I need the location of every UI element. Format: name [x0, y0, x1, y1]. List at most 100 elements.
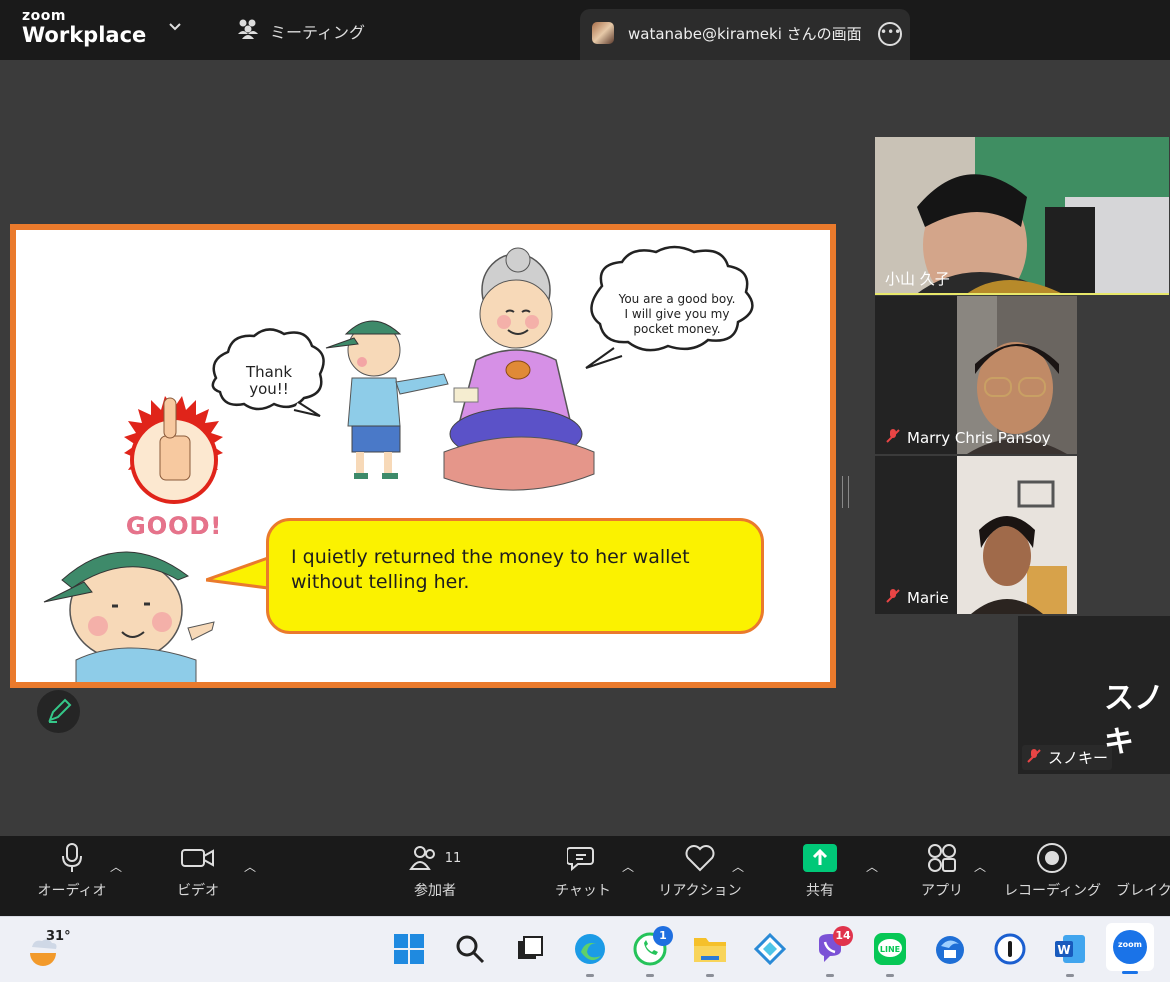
video-tile[interactable]: 小山 久子	[875, 137, 1169, 295]
file-explorer-app[interactable]	[691, 930, 729, 977]
participants-icon: 11	[400, 836, 470, 880]
shared-slide: Thank you!! You are a good boy. I will g…	[10, 224, 836, 688]
start-button[interactable]	[390, 930, 428, 968]
viber-app[interactable]: 14	[811, 926, 853, 977]
share-label: 共有	[806, 883, 834, 899]
task-view-button[interactable]	[511, 930, 549, 968]
svg-text:LINE: LINE	[880, 945, 900, 954]
participant-label: 小山 久子	[885, 270, 950, 288]
running-indicator	[1066, 974, 1074, 977]
whatsapp-app[interactable]: 1	[631, 926, 673, 977]
participants-count: 11	[444, 850, 462, 866]
share-button[interactable]: 共有	[792, 836, 848, 900]
video-tile[interactable]: Marie	[875, 456, 1077, 614]
whatsapp-badge: 1	[653, 926, 673, 946]
active-indicator	[1122, 971, 1138, 974]
windows-icon	[394, 934, 424, 964]
participant-avatar-name: スノキ	[1104, 681, 1164, 760]
more-options-icon[interactable]: •••	[878, 22, 902, 46]
windows-taskbar: 31° 1 14 LINE W zoom	[0, 916, 1170, 982]
audio-options-caret[interactable]: ︿	[110, 858, 122, 875]
screen-share-tab[interactable]: watanabe@kirameki さんの画面 •••	[580, 9, 910, 60]
mic-muted-icon	[885, 588, 901, 608]
pencil-icon	[48, 698, 72, 723]
narration-line: without telling her.	[291, 571, 470, 593]
resize-handle[interactable]	[842, 476, 849, 508]
annotate-button[interactable]	[37, 690, 80, 733]
line-app[interactable]: LINE	[871, 930, 909, 977]
search-button[interactable]	[451, 930, 489, 968]
reactions-label: リアクション	[658, 883, 742, 899]
bubble-line: pocket money.	[633, 322, 721, 336]
search-icon	[456, 935, 485, 964]
good-label: GOOD!	[126, 512, 223, 540]
apps-icon	[912, 836, 972, 880]
chat-options-caret[interactable]: ︿	[622, 858, 634, 875]
bubble-line: you!!	[249, 380, 289, 398]
participant-video	[957, 456, 1077, 614]
meeting-label: ミーティング	[270, 23, 366, 42]
audio-button[interactable]: オーディオ	[34, 836, 110, 900]
avatar	[592, 22, 614, 44]
video-options-caret[interactable]: ︿	[244, 858, 256, 875]
participant-name: Marry Chris Pansoy	[881, 426, 1055, 450]
chat-icon	[548, 836, 618, 880]
breakout-label: ブレイク	[1116, 883, 1170, 899]
recording-label: レコーディング	[1004, 883, 1102, 899]
apps-options-caret[interactable]: ︿	[974, 858, 986, 875]
viber-badge: 14	[833, 926, 853, 946]
participant-name: Marie	[881, 586, 953, 610]
diamond-icon	[754, 933, 786, 965]
meeting-button[interactable]: ミーティング	[236, 18, 365, 44]
participant-label: Marie	[907, 589, 949, 607]
mic-muted-icon	[885, 428, 901, 448]
running-indicator	[886, 974, 894, 977]
chat-label: チャット	[555, 883, 611, 899]
video-button[interactable]: ビデオ	[164, 836, 232, 900]
bubble-line: I will give you my	[624, 307, 730, 321]
breakout-button[interactable]: ブレイク	[1116, 836, 1170, 900]
keyhole-icon	[994, 933, 1026, 965]
running-indicator	[646, 974, 654, 977]
share-options-caret[interactable]: ︿	[866, 858, 878, 875]
brand-small: zoom	[22, 8, 66, 24]
password-manager-app[interactable]	[991, 930, 1029, 968]
camera-icon	[164, 836, 232, 880]
microphone-icon	[34, 836, 110, 880]
reactions-button[interactable]: リアクション	[658, 836, 742, 900]
weather-widget[interactable]: 31°	[26, 927, 72, 971]
running-indicator	[586, 974, 594, 977]
video-label: ビデオ	[177, 883, 219, 899]
recording-button[interactable]: レコーディング	[1004, 836, 1102, 900]
zoom-logo: zoom Workplace	[22, 9, 146, 46]
folder-icon	[694, 938, 726, 962]
participant-name: 小山 久子	[881, 266, 954, 291]
apps-button[interactable]: アプリ	[912, 836, 972, 900]
remote-app[interactable]	[751, 930, 789, 968]
thank-you-bubble: Thank you!!	[234, 364, 304, 398]
share-screen-icon	[792, 836, 848, 880]
share-tab-label: watanabe@kirameki さんの画面	[628, 25, 862, 43]
chat-button[interactable]: チャット	[548, 836, 618, 900]
speaking-indicator	[875, 293, 1169, 295]
edge-app[interactable]	[571, 930, 609, 977]
participants-button[interactable]: 11 参加者	[400, 836, 470, 900]
reactions-options-caret[interactable]: ︿	[732, 858, 744, 875]
record-icon	[1004, 836, 1100, 880]
weather-temp: 31°	[46, 929, 71, 944]
brand-large: Workplace	[22, 23, 147, 47]
thunderbird-icon	[936, 936, 964, 964]
video-tile[interactable]: Marry Chris Pansoy	[875, 296, 1077, 454]
thunderbird-app[interactable]	[931, 930, 969, 968]
word-app[interactable]: W	[1051, 930, 1089, 977]
zoom-app[interactable]: zoom	[1106, 923, 1154, 974]
grandma-bubble: You are a good boy. I will give you my p…	[602, 292, 752, 337]
narration-line: I quietly returned the money to her wall…	[291, 546, 690, 568]
apps-label: アプリ	[921, 883, 963, 899]
running-indicator	[706, 974, 714, 977]
participants-label: 参加者	[414, 883, 456, 899]
zoom-icon-label: zoom	[1118, 940, 1142, 949]
people-icon	[236, 18, 260, 44]
line-icon: LINE	[874, 933, 906, 965]
chevron-down-icon[interactable]	[168, 20, 182, 36]
